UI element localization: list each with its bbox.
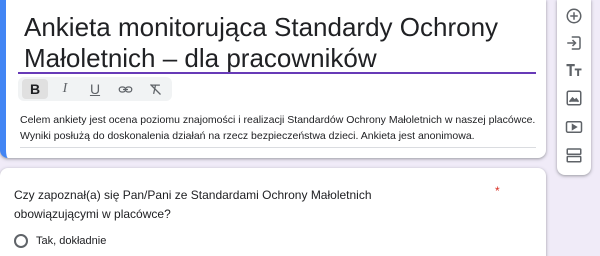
import-questions-icon xyxy=(567,36,581,50)
radio-button[interactable] xyxy=(14,234,28,248)
add-video-icon xyxy=(565,121,583,133)
clear-format-button[interactable] xyxy=(142,79,168,99)
underline-button[interactable]: U xyxy=(82,79,108,99)
link-button[interactable] xyxy=(112,79,138,99)
format-toolbar: B I U xyxy=(18,77,172,101)
add-video-button[interactable] xyxy=(562,115,586,139)
form-title-card[interactable]: Ankieta monitorująca Standardy Ochrony M… xyxy=(0,0,546,158)
italic-button[interactable]: I xyxy=(52,79,78,99)
add-section-icon xyxy=(566,148,582,163)
title-underline xyxy=(18,72,536,74)
add-question-icon xyxy=(566,8,582,24)
side-toolbar xyxy=(557,0,591,175)
add-question-button[interactable] xyxy=(562,4,586,28)
form-title[interactable]: Ankieta monitorująca Standardy Ochrony M… xyxy=(18,12,538,74)
italic-icon: I xyxy=(62,81,68,96)
option-label: Tak, dokładnie xyxy=(36,235,107,247)
option-row[interactable]: Tak, dokładnie xyxy=(14,234,106,248)
import-questions-button[interactable] xyxy=(562,31,586,55)
question-card[interactable]: Czy zapoznał(a) się Pan/Pani ze Standard… xyxy=(0,168,546,256)
add-title-button[interactable] xyxy=(562,58,586,82)
add-image-button[interactable] xyxy=(562,86,586,110)
link-icon xyxy=(118,85,132,93)
add-title-icon xyxy=(566,64,582,76)
clear-format-icon xyxy=(149,83,161,95)
form-description[interactable]: Celem ankiety jest ocena poziomu znajomo… xyxy=(20,112,536,148)
add-image-icon xyxy=(566,90,582,106)
form-editor: Ankieta monitorująca Standardy Ochrony M… xyxy=(0,0,600,256)
add-section-button[interactable] xyxy=(562,143,586,167)
bold-icon: B xyxy=(29,81,41,97)
underline-icon: U xyxy=(89,81,101,97)
bold-button[interactable]: B xyxy=(22,79,48,99)
required-mark: * xyxy=(495,184,500,198)
question-text[interactable]: Czy zapoznał(a) się Pan/Pani ze Standard… xyxy=(14,186,454,224)
